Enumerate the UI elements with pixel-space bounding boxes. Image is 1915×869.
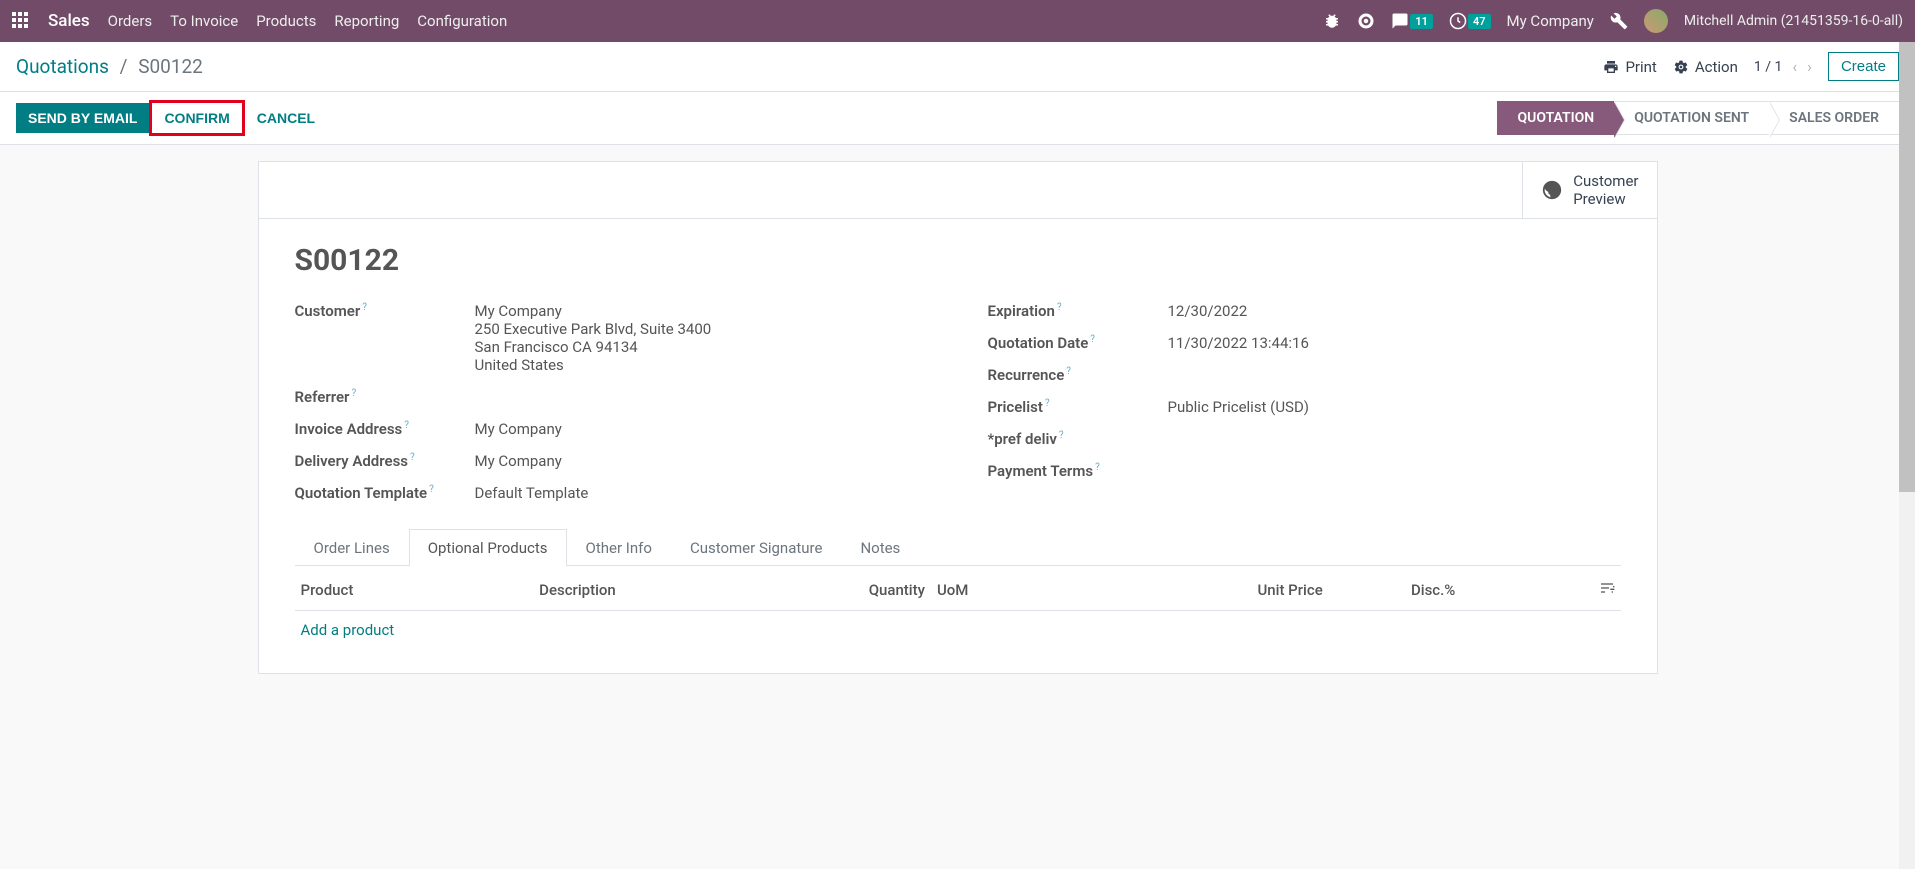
quotation-template-value[interactable]: Default Template [475, 484, 928, 502]
pager: 1 / 1 ‹ › [1754, 57, 1812, 76]
col-uom[interactable]: UoM [931, 570, 1170, 611]
confirm-button[interactable]: CONFIRM [149, 100, 244, 136]
help-icon[interactable]: ? [410, 452, 415, 463]
breadcrumb-current: S00122 [138, 55, 203, 78]
scrollbar[interactable] [1899, 42, 1915, 869]
help-icon[interactable]: ? [429, 484, 434, 495]
pager-prev-icon[interactable]: ‹ [1792, 57, 1797, 76]
help-icon[interactable]: ? [351, 388, 356, 399]
invoice-address-value[interactable]: My Company [475, 420, 928, 438]
main-navbar: Sales Orders To Invoice Products Reporti… [0, 0, 1915, 42]
customer-preview-button[interactable]: Customer Preview [1522, 162, 1656, 218]
stage-quotation-sent[interactable]: QUOTATION SENT [1614, 101, 1769, 135]
delivery-address-value[interactable]: My Company [475, 452, 928, 470]
notebook-tabs: Order Lines Optional Products Other Info… [295, 528, 1621, 566]
cancel-button[interactable]: CANCEL [245, 103, 327, 133]
col-quantity[interactable]: Quantity [825, 570, 931, 611]
quotation-template-label: Quotation Template? [295, 484, 475, 502]
recurrence-value[interactable] [1168, 366, 1621, 384]
sliders-icon[interactable] [1599, 580, 1615, 600]
button-box: Customer Preview [259, 162, 1657, 219]
add-product-link[interactable]: Add a product [301, 621, 395, 639]
help-icon[interactable]: ? [1095, 462, 1100, 473]
pager-value[interactable]: 1 / 1 [1754, 59, 1782, 75]
tab-customer-signature[interactable]: Customer Signature [671, 529, 842, 566]
stage-sales-order[interactable]: SALES ORDER [1769, 101, 1899, 135]
status-stages: QUOTATION QUOTATION SENT SALES ORDER [1497, 101, 1899, 135]
tab-other-info[interactable]: Other Info [567, 529, 671, 566]
nav-products[interactable]: Products [256, 12, 316, 30]
invoice-address-label: Invoice Address? [295, 420, 475, 438]
pager-next-icon[interactable]: › [1807, 57, 1812, 76]
help-icon[interactable]: ? [362, 302, 367, 313]
send-by-email-button[interactable]: SEND BY EMAIL [16, 103, 149, 133]
optional-products-table: Product Description Quantity UoM Unit Pr… [295, 570, 1621, 649]
payment-terms-value[interactable] [1168, 462, 1621, 480]
breadcrumb-root[interactable]: Quotations [16, 55, 109, 78]
bug-icon[interactable] [1323, 12, 1341, 30]
tab-order-lines[interactable]: Order Lines [295, 529, 409, 566]
breadcrumb-sep: / [120, 55, 128, 78]
col-product[interactable]: Product [295, 570, 534, 611]
stage-quotation[interactable]: QUOTATION [1497, 101, 1614, 135]
activities-badge: 47 [1468, 14, 1491, 29]
apps-icon[interactable] [12, 12, 30, 30]
customer-preview-label: Customer Preview [1573, 172, 1638, 208]
pref-deliv-value[interactable] [1168, 430, 1621, 448]
app-brand[interactable]: Sales [48, 11, 90, 31]
nav-orders[interactable]: Orders [108, 12, 153, 30]
create-button[interactable]: Create [1828, 52, 1899, 81]
col-description[interactable]: Description [533, 570, 825, 611]
customer-value[interactable]: My Company 250 Executive Park Blvd, Suit… [475, 302, 928, 374]
company-switcher[interactable]: My Company [1507, 12, 1594, 30]
help-icon[interactable]: ? [1090, 334, 1095, 345]
scroll-thumb[interactable] [1899, 42, 1915, 492]
help-icon[interactable]: ? [1066, 366, 1071, 377]
status-bar: SEND BY EMAIL CONFIRM CANCEL QUOTATION Q… [0, 92, 1915, 145]
help-icon[interactable]: ? [1045, 398, 1050, 409]
help-icon[interactable]: ? [404, 420, 409, 431]
tools-icon[interactable] [1610, 12, 1628, 30]
globe-icon [1541, 179, 1563, 201]
support-icon[interactable] [1357, 12, 1375, 30]
nav-configuration[interactable]: Configuration [417, 12, 507, 30]
referrer-value[interactable] [475, 388, 928, 406]
record-title: S00122 [295, 243, 1621, 278]
quotation-date-value[interactable]: 11/30/2022 13:44:16 [1168, 334, 1621, 352]
help-icon[interactable]: ? [1059, 430, 1064, 441]
pref-deliv-label: *pref deliv? [988, 430, 1168, 448]
table-row: Add a product [295, 611, 1621, 650]
tab-notes[interactable]: Notes [841, 529, 919, 566]
delivery-address-label: Delivery Address? [295, 452, 475, 470]
messages-icon[interactable]: 11 [1391, 12, 1433, 30]
form-left-column: Customer? My Company 250 Executive Park … [295, 302, 928, 516]
payment-terms-label: Payment Terms? [988, 462, 1168, 480]
pricelist-label: Pricelist? [988, 398, 1168, 416]
quotation-date-label: Quotation Date? [988, 334, 1168, 352]
col-discount[interactable]: Disc.% [1329, 570, 1462, 611]
recurrence-label: Recurrence? [988, 366, 1168, 384]
print-button[interactable]: Print [1603, 58, 1656, 76]
avatar[interactable] [1644, 9, 1668, 33]
breadcrumb: Quotations / S00122 [16, 55, 203, 78]
customer-label: Customer? [295, 302, 475, 374]
nav-to-invoice[interactable]: To Invoice [170, 12, 238, 30]
col-unit-price[interactable]: Unit Price [1170, 570, 1329, 611]
control-panel: Quotations / S00122 Print Action 1 / 1 ‹… [0, 42, 1915, 92]
action-button[interactable]: Action [1673, 58, 1738, 76]
help-icon[interactable]: ? [1057, 302, 1062, 313]
user-menu[interactable]: Mitchell Admin (21451359-16-0-all) [1684, 13, 1903, 29]
col-options [1461, 570, 1620, 611]
expiration-label: Expiration? [988, 302, 1168, 320]
form-sheet: Customer Preview S00122 Customer? My Com… [258, 161, 1658, 674]
tab-optional-products[interactable]: Optional Products [409, 529, 567, 566]
form-right-column: Expiration? 12/30/2022 Quotation Date? 1… [988, 302, 1621, 516]
nav-reporting[interactable]: Reporting [334, 12, 399, 30]
pricelist-value[interactable]: Public Pricelist (USD) [1168, 398, 1621, 416]
referrer-label: Referrer? [295, 388, 475, 406]
expiration-value[interactable]: 12/30/2022 [1168, 302, 1621, 320]
activities-icon[interactable]: 47 [1449, 12, 1491, 30]
messages-badge: 11 [1410, 14, 1433, 29]
